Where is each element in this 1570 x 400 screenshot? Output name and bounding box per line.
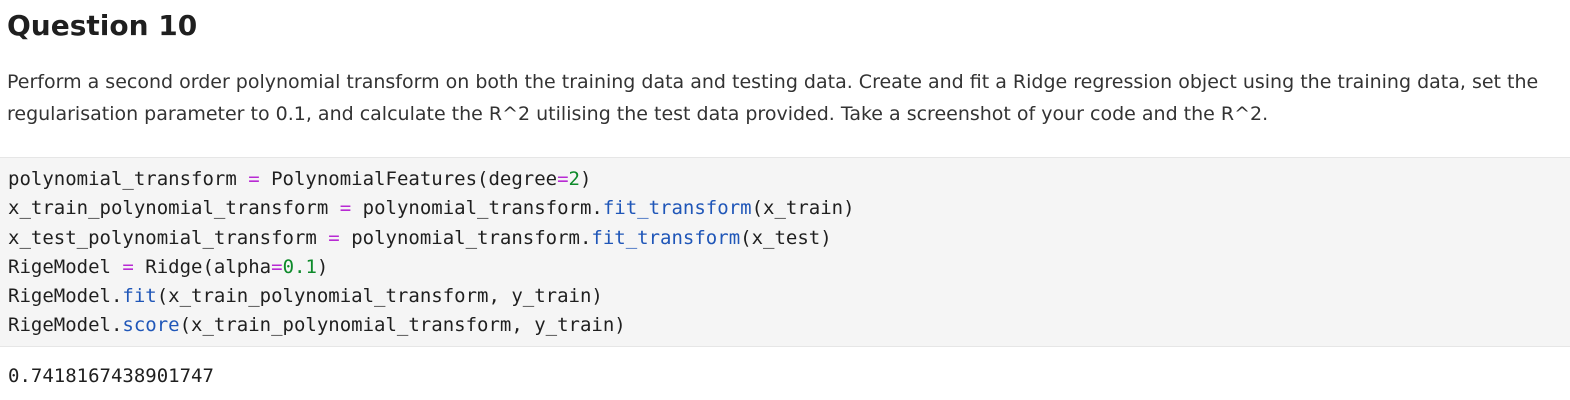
code-token: (x_train_polynomial_transform, y_train) [156,285,603,308]
code-cell[interactable]: polynomial_transform = PolynomialFeature… [0,157,1570,347]
code-operator: = [339,197,352,220]
code-operator: = [328,226,340,249]
code-token: x_train_polynomial_transform [8,197,340,220]
code-number: 0.1 [282,255,317,278]
code-token: polynomial_transform. [339,226,592,249]
code-token: PolynomialFeatures(degree [259,168,558,190]
code-operator: = [248,168,260,190]
code-token: RigeModel. [8,285,123,308]
code-line-3: x_test_polynomial_transform = polynomial… [8,224,855,253]
question-heading: Question 10 [7,9,198,42]
code-operator: = [271,255,283,278]
code-token: ) [316,255,329,278]
code-token: (x_train) [751,197,855,220]
question-description: Perform a second order polynomial transf… [7,66,1552,130]
code-token: RigeModel. [8,314,123,337]
code-function: fit_transform [591,226,741,249]
code-operator: = [557,168,569,190]
code-function: fit [122,285,157,308]
code-operator: = [122,255,134,278]
code-token: (x_train_polynomial_transform, y_train) [179,314,626,337]
code-line-4: RigeModel = Ridge(alpha=0.1) [8,253,855,282]
code-token: RigeModel [8,255,123,278]
code-function: fit_transform [602,197,752,220]
code-function: score [122,314,180,337]
code-editor[interactable]: polynomial_transform = PolynomialFeature… [8,165,855,341]
code-token: ) [580,168,592,190]
description-line-2: regularisation parameter to 0.1, and cal… [7,103,1269,125]
code-line-2: x_train_polynomial_transform = polynomia… [8,194,855,223]
code-line-5: RigeModel.fit(x_train_polynomial_transfo… [8,282,855,311]
code-token: (x_test) [740,226,832,249]
code-token: polynomial_transform. [351,197,603,220]
code-number: 2 [568,168,580,190]
cell-output: 0.7418167438901747 [8,365,214,387]
code-line-6: RigeModel.score(x_train_polynomial_trans… [8,311,855,340]
code-token: Ridge(alpha [133,255,272,278]
description-line-1: Perform a second order polynomial transf… [7,71,1539,93]
code-token: polynomial_transform [8,168,249,190]
code-line-1: polynomial_transform = PolynomialFeature… [8,165,855,194]
code-token: x_test_polynomial_transform [8,226,329,249]
